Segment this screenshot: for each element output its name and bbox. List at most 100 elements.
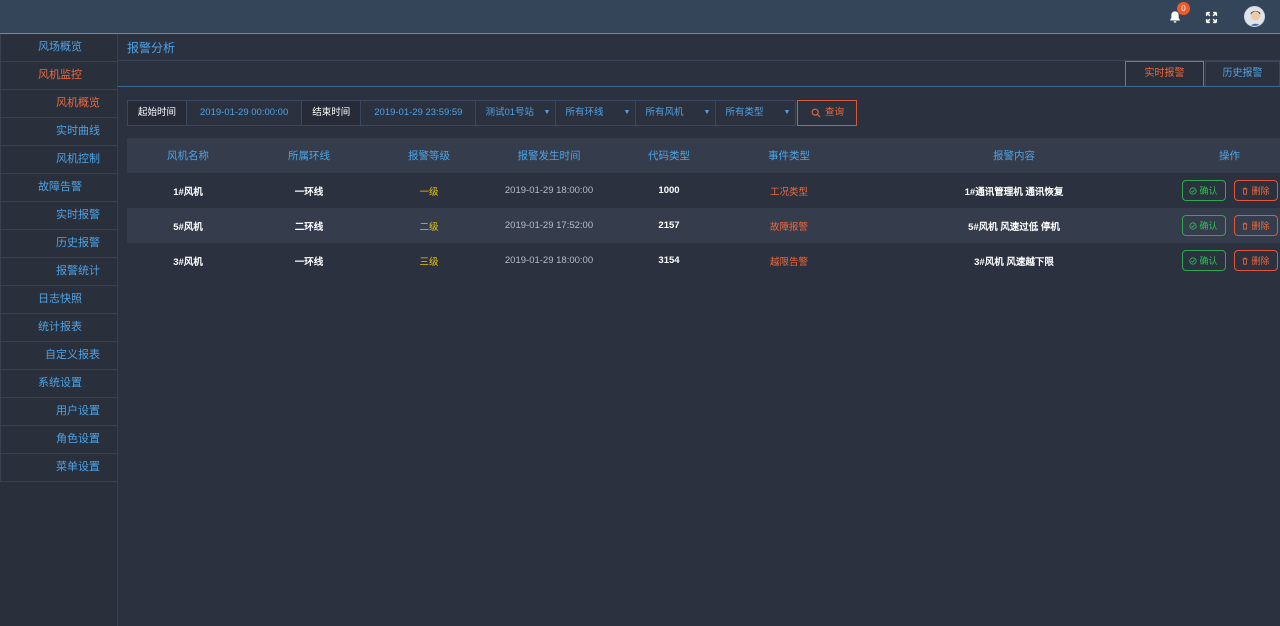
loop-select-value: 所有环线	[565, 107, 604, 118]
cell-level: 一级	[419, 186, 439, 198]
sidebar-item-alarm-stats[interactable]: 报警统计	[0, 258, 117, 286]
cell-actions: 确认 删除	[1179, 208, 1280, 243]
col-header-level: 报警等级	[408, 150, 450, 162]
col-header-code: 代码类型	[648, 150, 690, 162]
cell-loop: 一环线	[294, 256, 324, 268]
confirm-button[interactable]: 确认	[1181, 215, 1226, 236]
station-select[interactable]: 测试01号站 ▼	[476, 100, 557, 126]
type-select-value: 所有类型	[725, 107, 764, 118]
delete-button[interactable]: 删除	[1233, 250, 1278, 271]
filter-bar: 起始时间 2019-01-29 00:00:00 结束时间 2019-01-29…	[127, 100, 858, 126]
sidebar-item-wind-farm-overview[interactable]: 风场概览	[0, 34, 117, 62]
start-time-label: 起始时间	[127, 100, 188, 126]
cell-level: 三级	[419, 256, 439, 268]
cell-actions: 确认 删除	[1179, 243, 1280, 278]
cell-content: 3#风机 风速越下限	[974, 256, 1054, 268]
sidebar-item-realtime-alarm[interactable]: 实时报警	[0, 202, 117, 230]
tab-realtime-alarm[interactable]: 实时报警	[1125, 61, 1204, 87]
caret-down-icon: ▼	[543, 109, 551, 116]
sidebar-item-role-settings[interactable]: 角色设置	[0, 426, 117, 454]
cell-actions: 确认 删除	[1179, 173, 1280, 208]
notification-badge: 0	[1177, 2, 1190, 15]
alarm-table: 风机名称 所属环线 报警等级 报警发生时间 代码类型 事件类型 报警内容 操作 …	[127, 138, 1280, 278]
table-row: 3#风机 一环线 三级 2019-01-29 18:00:00 3154 越限告…	[127, 243, 1280, 278]
caret-down-icon: ▼	[703, 109, 711, 116]
cell-content: 5#风机 风速过低 停机	[968, 221, 1060, 233]
user-avatar-icon	[1245, 7, 1264, 26]
sidebar-item-realtime-curve[interactable]: 实时曲线	[0, 118, 117, 146]
delete-button-label: 删除	[1251, 186, 1270, 196]
search-icon	[811, 108, 821, 118]
sidebar-item-turbine-overview[interactable]: 风机概览	[0, 90, 117, 118]
col-header-event: 事件类型	[768, 150, 810, 162]
col-header-actions: 操作	[1219, 150, 1240, 162]
check-circle-icon	[1189, 256, 1198, 265]
tab-history-alarm[interactable]: 历史报警	[1205, 61, 1280, 87]
cell-event: 越限告警	[769, 256, 808, 268]
table-row: 1#风机 一环线 一级 2019-01-29 18:00:00 1000 工况类…	[127, 173, 1280, 208]
cell-code: 3154	[658, 255, 680, 266]
divider	[118, 60, 1280, 61]
end-time-input[interactable]: 2019-01-29 23:59:59	[361, 100, 477, 126]
col-header-content: 报警内容	[993, 150, 1035, 162]
trash-icon	[1243, 257, 1248, 265]
cell-time: 2019-01-29 18:00:00	[504, 255, 594, 266]
search-button-label: 查询	[824, 107, 844, 118]
cell-event: 故障报警	[769, 221, 808, 233]
caret-down-icon: ▼	[623, 109, 631, 116]
confirm-button-label: 确认	[1199, 221, 1218, 231]
cell-level: 二级	[419, 221, 439, 233]
avatar[interactable]	[1244, 6, 1265, 27]
delete-button[interactable]: 删除	[1233, 215, 1278, 236]
sidebar-item-system-settings[interactable]: 系统设置	[0, 370, 117, 398]
cell-name: 3#风机	[173, 256, 203, 268]
confirm-button[interactable]: 确认	[1181, 250, 1226, 271]
loop-select[interactable]: 所有环线 ▼	[556, 100, 637, 126]
sidebar-item-stat-report[interactable]: 统计报表	[0, 314, 117, 342]
turbine-select[interactable]: 所有风机 ▼	[636, 100, 717, 126]
confirm-button[interactable]: 确认	[1181, 180, 1226, 201]
trash-icon	[1243, 187, 1248, 195]
search-button[interactable]: 查询	[797, 100, 858, 126]
sidebar-item-menu-settings[interactable]: 菜单设置	[0, 454, 117, 482]
cell-time: 2019-01-29 17:52:00	[504, 220, 594, 231]
cell-name: 1#风机	[173, 186, 203, 198]
cell-name: 5#风机	[173, 221, 203, 233]
sidebar-item-custom-report[interactable]: 自定义报表	[0, 342, 117, 370]
end-time-label: 结束时间	[302, 100, 362, 126]
confirm-button-label: 确认	[1199, 186, 1218, 196]
col-header-time: 报警发生时间	[517, 150, 581, 162]
cell-loop: 一环线	[294, 186, 324, 198]
sidebar-item-turbine-control[interactable]: 风机控制	[0, 146, 117, 174]
sidebar-item-log-snapshot[interactable]: 日志快照	[0, 286, 117, 314]
check-circle-icon	[1189, 186, 1198, 195]
col-header-loop: 所属环线	[288, 150, 330, 162]
trash-icon	[1243, 222, 1248, 230]
station-select-value: 测试01号站	[485, 107, 535, 118]
fullscreen-icon	[1205, 11, 1217, 23]
page-title: 报警分析	[127, 41, 176, 55]
turbine-select-value: 所有风机	[645, 107, 684, 118]
fullscreen-button[interactable]	[1201, 7, 1221, 27]
cell-content: 1#通讯管理机 通讯恢复	[964, 186, 1064, 198]
notification-button[interactable]: 0	[1165, 2, 1190, 27]
table-header: 风机名称 所属环线 报警等级 报警发生时间 代码类型 事件类型 报警内容 操作	[127, 138, 1280, 173]
cell-code: 1000	[658, 185, 680, 196]
cell-time: 2019-01-29 18:00:00	[504, 185, 594, 196]
tab-divider	[118, 86, 1280, 87]
delete-button-label: 删除	[1251, 256, 1270, 266]
sidebar: 风场概览 风机监控 风机概览 实时曲线 风机控制 故障告警 实时报警 历史报警 …	[0, 34, 118, 626]
delete-button-label: 删除	[1251, 221, 1270, 231]
delete-button[interactable]: 删除	[1233, 180, 1278, 201]
cell-event: 工况类型	[769, 186, 808, 198]
sidebar-item-fault-alarm[interactable]: 故障告警	[0, 174, 117, 202]
type-select[interactable]: 所有类型 ▼	[716, 100, 797, 126]
col-header-name: 风机名称	[167, 150, 209, 162]
main-content: 报警分析 实时报警 历史报警 起始时间 2019-01-29 00:00:00 …	[118, 34, 1280, 626]
sidebar-item-turbine-monitor[interactable]: 风机监控	[0, 62, 117, 90]
sidebar-item-history-alarm[interactable]: 历史报警	[0, 230, 117, 258]
start-time-input[interactable]: 2019-01-29 00:00:00	[187, 100, 303, 126]
sidebar-item-user-settings[interactable]: 用户设置	[0, 398, 117, 426]
cell-loop: 二环线	[294, 221, 324, 233]
caret-down-icon: ▼	[783, 109, 791, 116]
